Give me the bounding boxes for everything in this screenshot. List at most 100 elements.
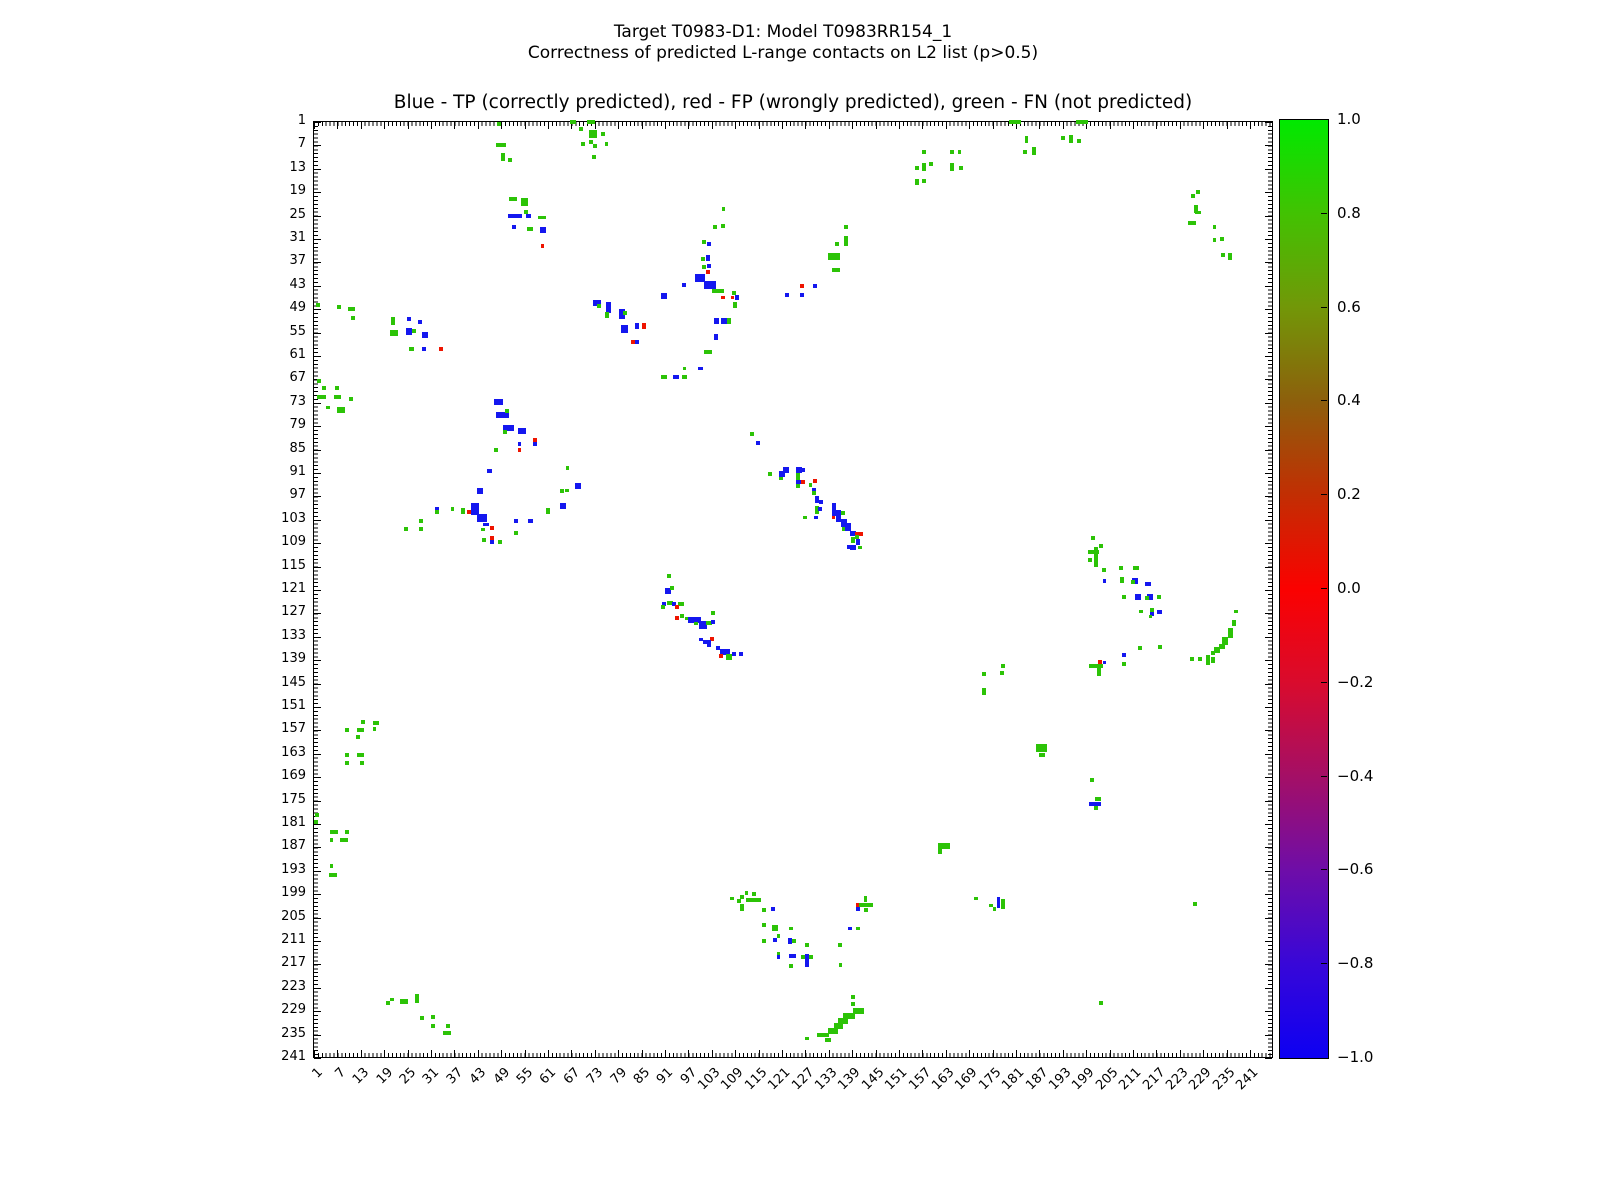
contact-point-g bbox=[431, 1024, 435, 1028]
contact-point-g bbox=[597, 304, 601, 308]
contact-point-g bbox=[1094, 806, 1098, 810]
y-tick-label: 187 bbox=[260, 838, 306, 853]
x-tick-label-text: 115 bbox=[742, 1065, 770, 1093]
contact-point-g bbox=[481, 528, 485, 532]
contact-point-b bbox=[575, 483, 581, 489]
contact-point-g bbox=[419, 519, 423, 523]
contact-point-r bbox=[719, 654, 723, 658]
major-tick bbox=[1265, 543, 1272, 544]
contact-point-g bbox=[329, 873, 337, 877]
major-tick bbox=[314, 988, 321, 989]
y-tick-label: 13 bbox=[260, 160, 306, 175]
colorbar-tick-label: −0.4 bbox=[1337, 767, 1373, 785]
major-tick bbox=[712, 122, 713, 129]
major-tick bbox=[876, 122, 877, 129]
major-tick bbox=[314, 567, 321, 568]
major-tick bbox=[314, 426, 321, 427]
contact-point-g bbox=[828, 1028, 838, 1034]
contact-point-b bbox=[483, 523, 489, 527]
major-tick bbox=[314, 707, 321, 708]
contact-point-g bbox=[701, 257, 705, 261]
major-tick bbox=[1265, 964, 1272, 965]
major-tick bbox=[384, 122, 385, 129]
major-tick bbox=[314, 871, 321, 872]
contact-point-b bbox=[533, 442, 537, 446]
contact-point-b bbox=[512, 225, 516, 229]
major-tick bbox=[1039, 122, 1040, 129]
major-tick bbox=[314, 262, 321, 263]
contact-point-g bbox=[835, 242, 839, 246]
major-tick bbox=[314, 450, 321, 451]
contact-point-b bbox=[635, 323, 639, 329]
x-tick-label-text: 223 bbox=[1163, 1065, 1191, 1093]
major-tick bbox=[1265, 707, 1272, 708]
major-tick bbox=[1265, 801, 1272, 802]
contact-point-g bbox=[1088, 558, 1092, 562]
contact-point-g bbox=[587, 120, 595, 124]
contact-point-g bbox=[415, 994, 419, 1003]
contact-point-g bbox=[340, 838, 348, 842]
contact-point-g bbox=[809, 483, 813, 487]
contact-point-g bbox=[337, 407, 345, 413]
contact-point-g bbox=[390, 330, 398, 336]
colorbar-tick-label: 0.8 bbox=[1337, 204, 1361, 222]
contact-point-g bbox=[494, 448, 498, 452]
major-tick bbox=[1265, 613, 1272, 614]
major-tick bbox=[1110, 122, 1111, 129]
contact-point-g bbox=[497, 122, 501, 126]
major-tick bbox=[1227, 1050, 1228, 1057]
contact-point-g bbox=[694, 622, 698, 626]
major-tick bbox=[618, 1050, 619, 1057]
contact-point-g bbox=[915, 179, 919, 185]
x-tick-label-text: 49 bbox=[490, 1065, 512, 1087]
y-tick-label: 31 bbox=[260, 230, 306, 245]
x-tick-label-text: 205 bbox=[1093, 1065, 1121, 1093]
contact-point-g bbox=[390, 998, 394, 1002]
major-tick bbox=[314, 145, 321, 146]
x-tick-label-text: 61 bbox=[537, 1065, 559, 1087]
contact-point-g bbox=[330, 838, 334, 842]
contact-point-g bbox=[400, 999, 408, 1005]
major-tick bbox=[1265, 1058, 1272, 1059]
major-tick bbox=[361, 122, 362, 129]
contact-point-g bbox=[356, 735, 360, 739]
contact-point-g bbox=[915, 166, 919, 170]
contact-point-g bbox=[337, 305, 341, 309]
contact-point-b bbox=[1103, 579, 1107, 583]
contact-point-g bbox=[789, 927, 793, 931]
contact-point-g bbox=[593, 144, 597, 148]
major-tick bbox=[712, 1050, 713, 1057]
contact-point-g bbox=[805, 1037, 809, 1041]
contact-point-g bbox=[832, 268, 840, 272]
contact-point-b bbox=[526, 214, 532, 218]
y-tick-label: 61 bbox=[260, 347, 306, 362]
contact-point-g bbox=[844, 225, 848, 229]
x-tick-label-text: 121 bbox=[765, 1065, 793, 1093]
x-tick-label-text: 133 bbox=[812, 1065, 840, 1093]
contact-point-g bbox=[330, 830, 338, 834]
contact-point-r bbox=[706, 270, 710, 274]
contact-point-g bbox=[745, 891, 749, 895]
contact-point-b bbox=[783, 467, 789, 473]
major-tick bbox=[478, 1050, 479, 1057]
x-tick-label-text: 55 bbox=[514, 1065, 536, 1087]
x-tick-label-text: 85 bbox=[631, 1065, 653, 1087]
major-tick bbox=[1265, 473, 1272, 474]
major-tick bbox=[314, 473, 321, 474]
contact-point-b bbox=[1157, 610, 1163, 614]
major-tick bbox=[829, 122, 830, 129]
contact-point-g bbox=[730, 897, 734, 901]
contact-point-g bbox=[762, 908, 766, 912]
contact-point-g bbox=[1232, 620, 1236, 626]
y-tick-label: 127 bbox=[260, 604, 306, 619]
contact-point-g bbox=[357, 753, 365, 757]
major-tick bbox=[1156, 1050, 1157, 1057]
contact-point-g bbox=[762, 939, 766, 943]
contact-point-g bbox=[777, 934, 781, 938]
contact-point-g bbox=[721, 224, 725, 228]
contact-point-r bbox=[467, 510, 471, 514]
major-tick bbox=[876, 1050, 877, 1057]
major-tick bbox=[314, 543, 321, 544]
contact-point-b bbox=[540, 227, 546, 233]
major-tick bbox=[688, 122, 689, 129]
